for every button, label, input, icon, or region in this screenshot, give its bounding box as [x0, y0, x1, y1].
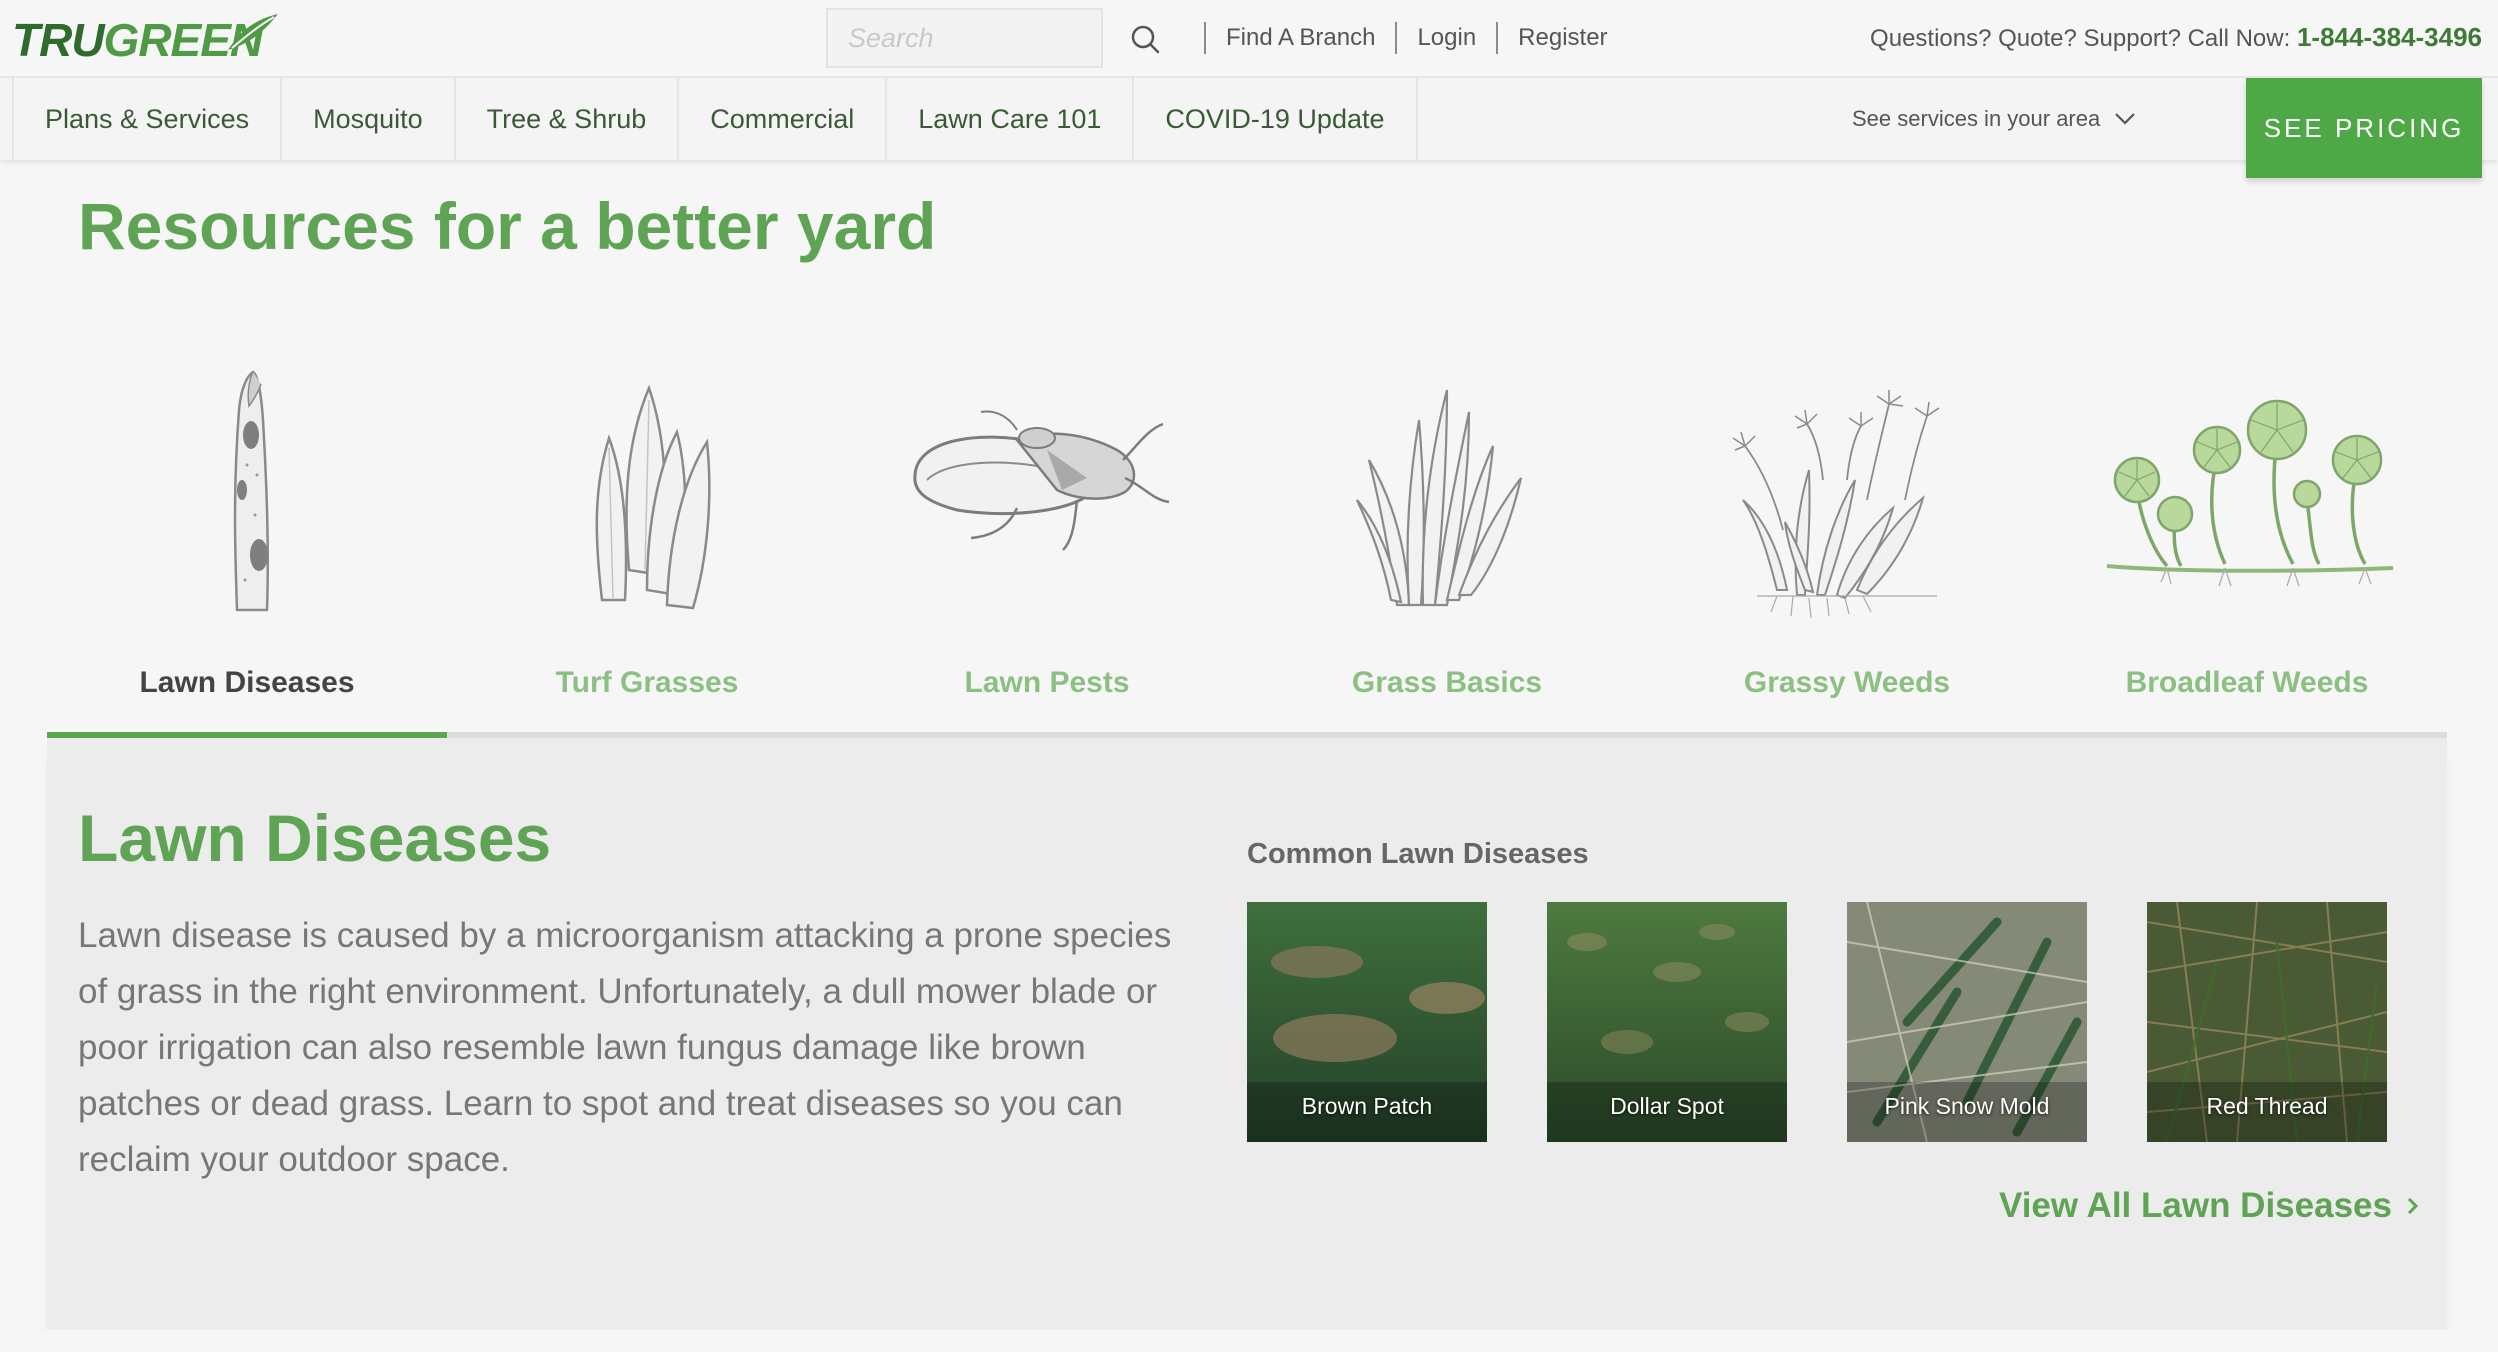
disease-card-brown-patch[interactable]: Brown Patch	[1247, 902, 1487, 1142]
tab-broadleaf-weeds[interactable]: Broadleaf Weeds	[2047, 330, 2447, 740]
nav-item-tree-shrub[interactable]: Tree & Shrub	[453, 78, 678, 160]
grassy-weed-icon	[1732, 390, 1940, 619]
nav-item-lawn-care-101[interactable]: Lawn Care 101	[885, 78, 1132, 160]
service-area-dropdown[interactable]: See services in your area	[1852, 78, 2136, 160]
phone-link[interactable]: 1-844-384-3496	[2297, 22, 2482, 52]
main-navigation: Plans & Services Mosquito Tree & Shrub C…	[0, 76, 2498, 178]
tab-lawn-pests[interactable]: Lawn Pests	[847, 330, 1247, 740]
resource-tabs: Lawn Diseases Turf Grasses Lawn Pests Gr…	[47, 330, 2447, 740]
tab-lawn-diseases[interactable]: Lawn Diseases	[47, 330, 447, 740]
nav-item-commercial[interactable]: Commercial	[677, 78, 885, 160]
disease-label: Pink Snow Mold	[1884, 1093, 2050, 1119]
disease-label: Brown Patch	[1301, 1093, 1433, 1119]
view-all-label: View All Lawn Diseases	[1999, 1186, 2392, 1225]
find-a-branch-link[interactable]: Find A Branch	[1206, 24, 1395, 52]
diseased-blade-icon	[233, 370, 270, 612]
nav-item-mosquito[interactable]: Mosquito	[280, 78, 454, 160]
tab-turf-grasses[interactable]: Turf Grasses	[447, 330, 847, 740]
disease-card-dollar-spot[interactable]: Dollar Spot	[1547, 902, 1787, 1142]
chinch-bug-icon	[913, 410, 1170, 551]
contact-callout: Questions? Quote? Support? Call Now: 1-8…	[1870, 22, 2482, 53]
grass-clump-icon	[1356, 389, 1523, 607]
logo-text-tru: TRU	[12, 14, 105, 66]
disease-card-red-thread[interactable]: Red Thread	[2147, 902, 2387, 1142]
tab-grass-basics[interactable]: Grass Basics	[1247, 330, 1647, 740]
nav-item-plans-services[interactable]: Plans & Services	[12, 78, 280, 160]
grass-blades-icon	[595, 384, 711, 610]
chevron-right-icon	[2407, 1197, 2419, 1215]
tab-label: Grass Basics	[1351, 666, 1543, 699]
broadleaf-weed-icon	[2106, 399, 2394, 587]
contact-prefix: Questions? Quote? Support? Call Now:	[1870, 25, 2291, 52]
panel-title: Lawn Diseases	[78, 801, 552, 875]
page-bottom-edge	[0, 1330, 2498, 1352]
register-link[interactable]: Register	[1498, 24, 1627, 52]
search-button[interactable]	[1126, 20, 1166, 60]
search-input[interactable]	[826, 8, 1103, 68]
view-all-lawn-diseases-link[interactable]: View All Lawn Diseases	[1999, 1186, 2420, 1226]
search-icon	[1131, 25, 1160, 54]
disease-label: Red Thread	[2206, 1093, 2328, 1119]
nav-item-covid-update[interactable]: COVID-19 Update	[1132, 78, 1418, 160]
see-pricing-button[interactable]: SEE PRICING	[2246, 78, 2482, 178]
lawn-diseases-panel: Lawn Diseases Lawn disease is caused by …	[47, 738, 2447, 1330]
trugreen-logo[interactable]: TRUGREEN	[12, 12, 278, 68]
tab-label: Lawn Diseases	[139, 666, 355, 699]
tab-label: Grassy Weeds	[1743, 666, 1951, 699]
page-title: Resources for a better yard	[78, 189, 937, 263]
tab-label: Broadleaf Weeds	[2125, 666, 2369, 699]
login-link[interactable]: Login	[1397, 24, 1496, 52]
tab-label: Turf Grasses	[555, 666, 739, 699]
disease-label: Dollar Spot	[1610, 1093, 1724, 1119]
disease-thumbnails: Brown Patch Dollar Spot Pink Snow Mold R…	[1247, 902, 2427, 1142]
tab-grassy-weeds[interactable]: Grassy Weeds	[1647, 330, 2047, 740]
disease-card-pink-snow-mold[interactable]: Pink Snow Mold	[1847, 902, 2087, 1142]
tab-label: Lawn Pests	[964, 666, 1130, 699]
chevron-down-icon	[2115, 113, 2136, 125]
nav-menu: Plans & Services Mosquito Tree & Shrub C…	[12, 78, 1418, 160]
panel-description: Lawn disease is caused by a microorganis…	[78, 916, 1172, 1179]
top-utility-bar: TRUGREEN Find A Branch Login Register Qu…	[0, 0, 2498, 76]
leaf-icon	[228, 14, 278, 50]
common-diseases-heading: Common Lawn Diseases	[1247, 838, 1589, 870]
service-area-label: See services in your area	[1852, 106, 2101, 131]
utility-links: Find A Branch Login Register	[1204, 20, 1628, 56]
